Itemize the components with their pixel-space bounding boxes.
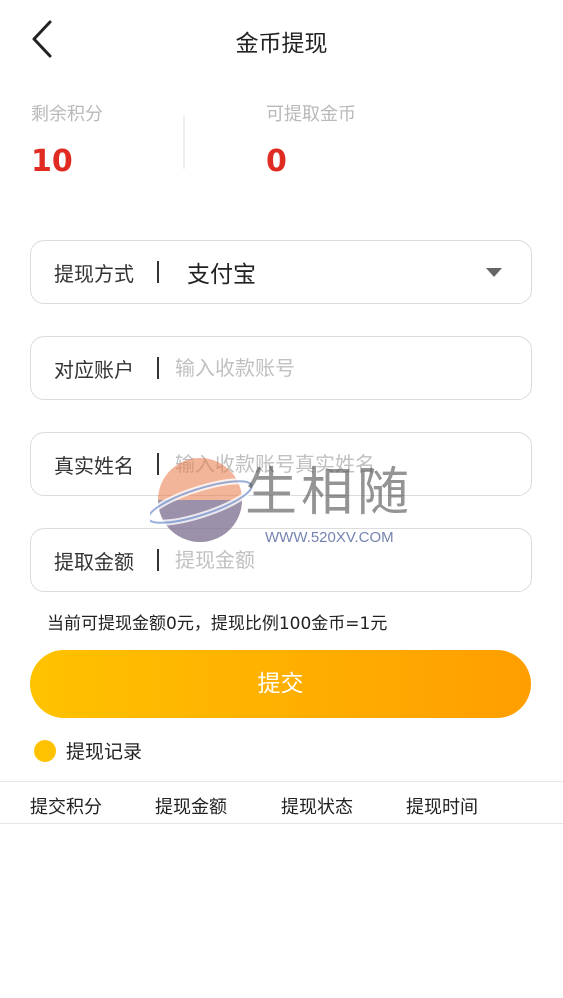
records-table-header: 提交积分 提现金额 提现状态 提现时间 <box>0 781 563 824</box>
column-withdraw-status: 提现状态 <box>281 797 353 818</box>
withdrawable-coins-stat: 可提取金币 0 <box>266 100 356 179</box>
field-separator <box>157 261 159 283</box>
column-withdraw-time: 提现时间 <box>406 797 478 818</box>
remaining-points-value: 10 <box>31 144 73 179</box>
remaining-points-label: 剩余积分 <box>31 104 103 125</box>
withdraw-page: 金币提现 剩余积分 10 可提取金币 0 提现方式 支付宝 对应账户 真实姓名 … <box>0 0 563 998</box>
records-dot-icon <box>34 739 56 762</box>
column-submitted-points: 提交积分 <box>30 797 102 818</box>
account-label: 对应账户 <box>54 357 134 382</box>
submit-button[interactable]: 提交 <box>30 650 531 718</box>
field-separator <box>157 357 159 379</box>
account-field: 对应账户 <box>30 336 532 400</box>
withdraw-hint: 当前可提现金额0元，提现比例100金币=1元 <box>47 614 388 634</box>
remaining-points-stat: 剩余积分 10 <box>31 100 103 179</box>
stats-divider <box>183 115 185 169</box>
amount-field: 提取金额 <box>30 528 532 592</box>
withdraw-method-select[interactable]: 提现方式 支付宝 <box>30 240 532 304</box>
records-title: 提现记录 <box>66 741 143 763</box>
real-name-input[interactable] <box>175 452 515 476</box>
column-withdraw-amount: 提现金额 <box>155 797 227 818</box>
account-input[interactable] <box>175 356 515 380</box>
dropdown-arrow-icon <box>486 268 502 277</box>
field-separator <box>157 453 159 475</box>
amount-label: 提取金额 <box>54 549 134 574</box>
real-name-field: 真实姓名 <box>30 432 532 496</box>
withdraw-method-label: 提现方式 <box>54 261 134 286</box>
amount-input[interactable] <box>175 548 515 572</box>
field-separator <box>157 549 159 571</box>
withdrawable-coins-label: 可提取金币 <box>266 104 356 125</box>
page-title: 金币提现 <box>235 31 328 57</box>
records-header: 提现记录 <box>34 737 142 764</box>
withdraw-method-value: 支付宝 <box>187 262 256 288</box>
real-name-label: 真实姓名 <box>54 453 134 478</box>
withdrawable-coins-value: 0 <box>266 144 287 179</box>
